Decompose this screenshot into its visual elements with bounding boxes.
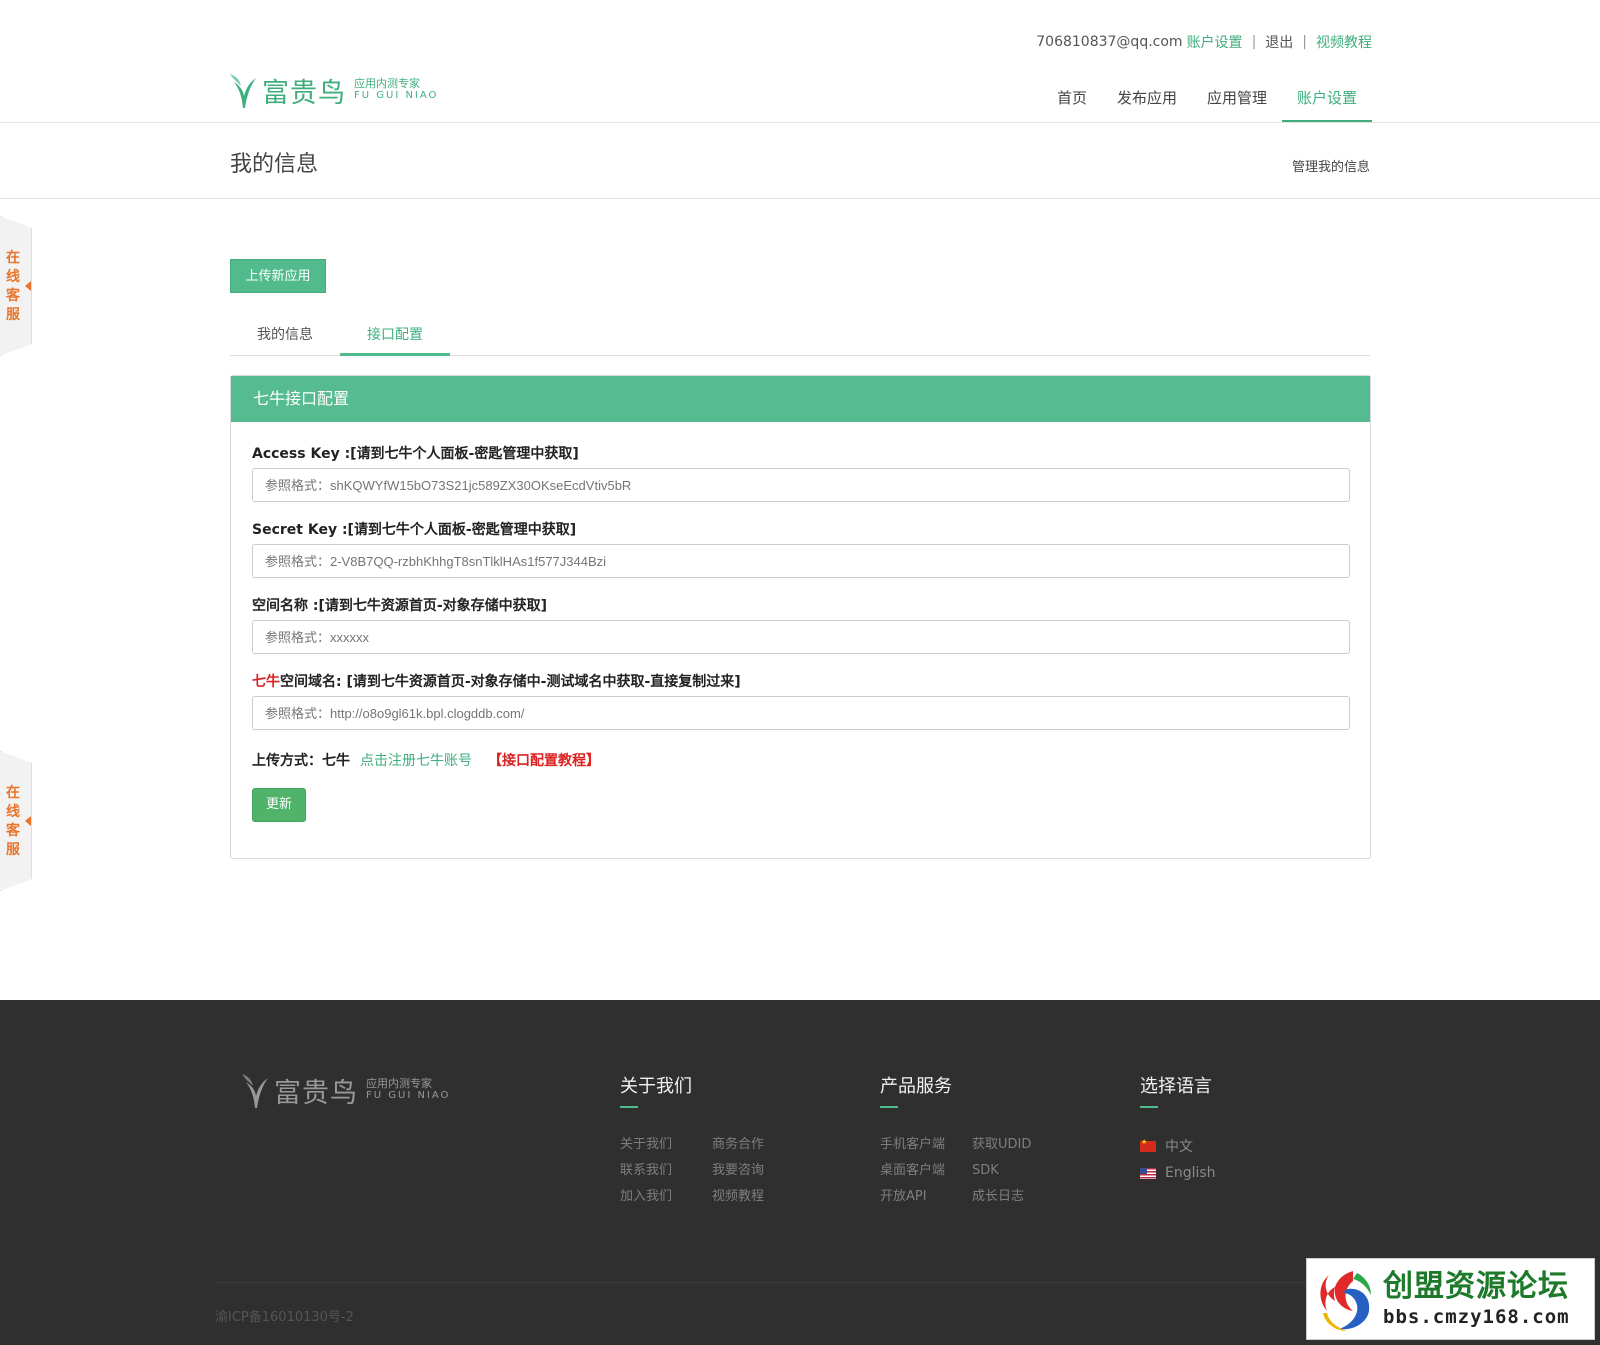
footer-about-column: 关于我们 关于我们 商务合作 联系我们 我要咨询 加入我们 视频教程	[620, 1072, 764, 1204]
tab-my-info[interactable]: 我的信息	[230, 320, 340, 356]
footer-products-links: 手机客户端 获取UDID 桌面客户端 SDK 开放API 成长日志	[880, 1136, 1064, 1205]
us-flag-icon	[1140, 1167, 1156, 1179]
china-flag-icon	[1140, 1138, 1156, 1152]
footer-link-business[interactable]: 商务合作	[712, 1136, 804, 1153]
footer-about-links: 关于我们 商务合作 联系我们 我要咨询 加入我们 视频教程	[620, 1136, 804, 1205]
forum-title: 创盟资源论坛	[1383, 1268, 1569, 1304]
footer-link-desktop-client[interactable]: 桌面客户端	[880, 1162, 972, 1179]
access-key-input[interactable]	[252, 468, 1350, 502]
nav-app-management[interactable]: 应用管理	[1192, 86, 1282, 122]
nav-home[interactable]: 首页	[1042, 86, 1102, 122]
footer-link-video-tutorial[interactable]: 视频教程	[712, 1188, 804, 1205]
user-toolbar: 706810837@qq.com 账户设置 | 退出 | 视频教程	[1036, 32, 1372, 52]
footer-link-contact[interactable]: 联系我们	[620, 1162, 712, 1179]
footer-logo: 富贵鸟 应用内测专家 FU GUI NIAO	[240, 1070, 450, 1110]
footer-logo-tagline: 应用内测专家 FU GUI NIAO	[366, 1078, 450, 1102]
site-logo[interactable]: 富贵鸟 应用内测专家 FU GUI NIAO	[228, 70, 438, 110]
forum-url: bbs.cmzy168.com	[1383, 1305, 1570, 1328]
online-service-tab[interactable]: 在线客服	[0, 216, 32, 356]
secret-key-label: Secret Key :[请到七牛个人面板-密匙管理中获取]	[252, 522, 577, 538]
online-service-label: 在线客服	[6, 250, 20, 323]
panel-title: 七牛接口配置	[231, 376, 1370, 422]
forum-logo-icon	[1320, 1271, 1371, 1331]
footer-link-about-us[interactable]: 关于我们	[620, 1136, 712, 1153]
bucket-domain-input[interactable]	[252, 696, 1350, 730]
title-divider	[0, 198, 1600, 199]
nav-account-settings[interactable]: 账户设置	[1281, 86, 1372, 122]
page-title: 我的信息	[230, 152, 319, 177]
language-option-chinese[interactable]: 中文	[1140, 1136, 1260, 1156]
footer-link-consult[interactable]: 我要咨询	[712, 1162, 804, 1179]
bird-logo-icon	[230, 74, 256, 108]
language-label: English	[1165, 1165, 1216, 1181]
logo-tagline-en: FU GUI NIAO	[354, 90, 439, 101]
bird-logo-icon	[242, 1074, 268, 1108]
footer-link-join[interactable]: 加入我们	[620, 1188, 712, 1205]
footer-logo-tagline-cn: 应用内测专家	[366, 1077, 432, 1090]
footer-link-mobile-client[interactable]: 手机客户端	[880, 1136, 972, 1153]
footer-language-title: 选择语言	[1140, 1076, 1212, 1097]
secret-key-input[interactable]	[252, 544, 1350, 578]
language-option-english[interactable]: English	[1140, 1165, 1260, 1181]
arrow-left-icon	[25, 281, 31, 291]
footer-language-column: 选择语言 中文 English	[1140, 1072, 1216, 1181]
online-service-label: 在线客服	[6, 785, 20, 858]
api-config-tutorial-link[interactable]: 【接口配置教程】	[488, 750, 600, 770]
header-divider	[0, 122, 1600, 123]
footer-logo-tagline-en: FU GUI NIAO	[366, 1090, 451, 1101]
bucket-domain-label-highlight: 七牛	[252, 674, 280, 690]
update-button[interactable]: 更新	[252, 788, 306, 822]
bucket-name-input[interactable]	[252, 620, 1350, 654]
forum-watermark: 创盟资源论坛 bbs.cmzy168.com	[1306, 1258, 1595, 1340]
footer-link-changelog[interactable]: 成长日志	[972, 1188, 1064, 1205]
settings-tabs: 我的信息 接口配置	[230, 320, 1370, 356]
footer-logo-name: 富贵鸟	[274, 1077, 358, 1109]
title-underline	[620, 1106, 638, 1108]
language-label: 中文	[1165, 1139, 1193, 1155]
logout-link[interactable]: 退出	[1265, 32, 1293, 52]
footer-link-get-udid[interactable]: 获取UDID	[972, 1136, 1064, 1153]
tab-api-config[interactable]: 接口配置	[340, 320, 450, 356]
footer-products-title: 产品服务	[880, 1076, 952, 1097]
logo-name: 富贵鸟	[262, 77, 346, 109]
separator: |	[1302, 34, 1307, 50]
title-underline	[1140, 1106, 1158, 1108]
language-options: 中文 English	[1140, 1136, 1260, 1190]
logo-tagline-cn: 应用内测专家	[354, 77, 420, 90]
qiniu-config-panel: 七牛接口配置 Access Key :[请到七牛个人面板-密匙管理中获取] Se…	[230, 375, 1371, 859]
video-tutorial-link[interactable]: 视频教程	[1316, 32, 1372, 52]
register-qiniu-link[interactable]: 点击注册七牛账号	[360, 750, 472, 770]
logo-tagline: 应用内测专家 FU GUI NIAO	[354, 78, 438, 102]
upload-method-row: 上传方式：七牛 点击注册七牛账号 【接口配置教程】	[252, 750, 600, 770]
online-service-tab[interactable]: 在线客服	[0, 751, 32, 891]
footer-link-open-api[interactable]: 开放API	[880, 1188, 972, 1205]
nav-publish-app[interactable]: 发布应用	[1102, 86, 1192, 122]
footer-about-title: 关于我们	[620, 1076, 692, 1097]
forum-watermark-text: 创盟资源论坛 bbs.cmzy168.com	[1383, 1268, 1570, 1328]
main-nav: 首页 发布应用 应用管理 账户设置	[1042, 86, 1372, 122]
upload-new-app-button[interactable]: 上传新应用	[230, 259, 326, 293]
access-key-label: Access Key :[请到七牛个人面板-密匙管理中获取]	[252, 446, 579, 462]
separator: |	[1251, 34, 1257, 50]
upload-method-label: 上传方式：七牛	[252, 753, 350, 769]
account-settings-link[interactable]: 账户设置	[1187, 32, 1243, 52]
icp-license: 渝ICP备16010130号-2	[215, 1310, 354, 1325]
title-underline	[880, 1106, 898, 1108]
footer-products-column: 产品服务 手机客户端 获取UDID 桌面客户端 SDK 开放API 成长日志	[880, 1072, 1031, 1204]
footer-link-sdk[interactable]: SDK	[972, 1162, 1064, 1179]
manage-my-info-link[interactable]: 管理我的信息	[1292, 156, 1370, 175]
arrow-left-icon	[25, 816, 31, 826]
footer-divider	[215, 1282, 1385, 1283]
bucket-domain-label-text: 空间域名: [请到七牛资源首页-对象存储中-测试域名中获取-直接复制过来]	[280, 674, 741, 690]
bucket-domain-label: 七牛空间域名: [请到七牛资源首页-对象存储中-测试域名中获取-直接复制过来]	[252, 671, 741, 691]
bucket-name-label: 空间名称 :[请到七牛资源首页-对象存储中获取]	[252, 598, 548, 614]
user-email: 706810837@qq.com	[1036, 34, 1183, 50]
